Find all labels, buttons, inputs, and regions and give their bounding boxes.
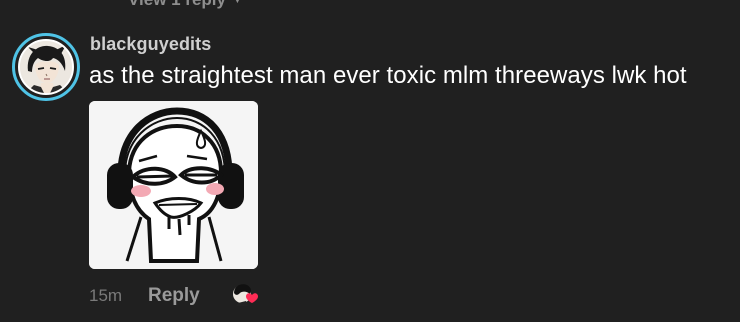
comment-text: as the straightest man ever toxic mlm th… — [89, 62, 687, 89]
comment-username[interactable]: blackguyedits — [90, 34, 211, 55]
creator-liked-heart-icon — [230, 281, 262, 309]
view-replies-link[interactable]: View 1 reply ▼ — [128, 0, 243, 10]
comment-meta: 15m Reply — [89, 284, 200, 308]
view-replies-label: View 1 reply — [128, 0, 226, 10]
comment-timestamp: 15m — [89, 286, 123, 305]
reply-button[interactable]: Reply — [148, 285, 200, 307]
sticker-image[interactable] — [89, 101, 258, 269]
avatar-image — [18, 39, 74, 95]
chevron-down-icon: ▼ — [231, 0, 243, 6]
avatar[interactable] — [12, 33, 80, 101]
